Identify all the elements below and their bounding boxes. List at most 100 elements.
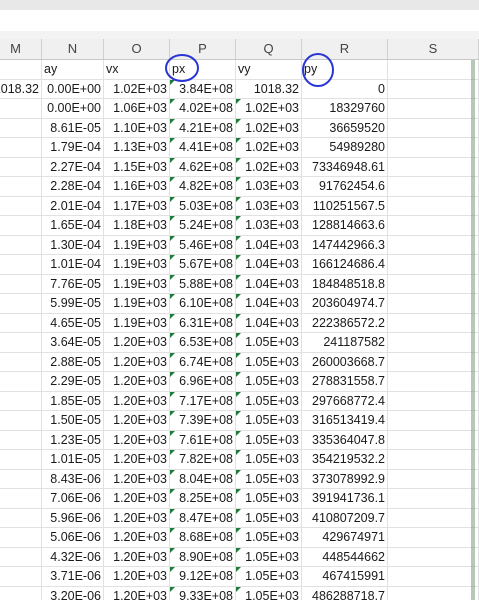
- column-header-s[interactable]: S: [388, 39, 479, 59]
- cell-q[interactable]: 1.05E+03: [236, 469, 302, 489]
- cell-o[interactable]: 1.20E+03: [104, 508, 170, 528]
- cell-n[interactable]: 1.01E-04: [42, 255, 104, 275]
- cell-r[interactable]: 241187582: [302, 333, 388, 353]
- cell-s[interactable]: [388, 138, 479, 158]
- cell-o[interactable]: 1.20E+03: [104, 430, 170, 450]
- cell-q[interactable]: 1.04E+03: [236, 313, 302, 333]
- cell-p[interactable]: 7.39E+08: [170, 411, 236, 431]
- cell-n[interactable]: 2.27E-04: [42, 157, 104, 177]
- cell-p[interactable]: 4.21E+08: [170, 118, 236, 138]
- cell-m[interactable]: [0, 60, 42, 80]
- cell-m[interactable]: [0, 372, 42, 392]
- cell-r[interactable]: 260003668.7: [302, 352, 388, 372]
- cell-m[interactable]: [0, 391, 42, 411]
- cell-r[interactable]: 391941736.1: [302, 489, 388, 509]
- cell-r[interactable]: 203604974.7: [302, 294, 388, 314]
- cell-n[interactable]: 2.29E-05: [42, 372, 104, 392]
- cell-o[interactable]: 1.19E+03: [104, 235, 170, 255]
- cell-s[interactable]: [388, 528, 479, 548]
- cell-m[interactable]: [0, 196, 42, 216]
- cell-p[interactable]: 8.04E+08: [170, 469, 236, 489]
- cell-o[interactable]: 1.19E+03: [104, 294, 170, 314]
- cell-n[interactable]: 2.88E-05: [42, 352, 104, 372]
- cell-m[interactable]: 1018.32: [0, 79, 42, 99]
- cell-s[interactable]: [388, 313, 479, 333]
- cell-s[interactable]: [388, 450, 479, 470]
- column-header-o[interactable]: O: [104, 39, 170, 59]
- cell-n[interactable]: 0.00E+00: [42, 99, 104, 119]
- cell-r[interactable]: 166124686.4: [302, 255, 388, 275]
- cell-r[interactable]: 410807209.7: [302, 508, 388, 528]
- cell-n[interactable]: ay: [42, 60, 104, 80]
- cell-m[interactable]: [0, 411, 42, 431]
- cell-r[interactable]: 184848518.8: [302, 274, 388, 294]
- cell-o[interactable]: 1.20E+03: [104, 352, 170, 372]
- cell-r[interactable]: 110251567.5: [302, 196, 388, 216]
- cell-s[interactable]: [388, 586, 479, 600]
- cell-r[interactable]: 316513419.4: [302, 411, 388, 431]
- cell-o[interactable]: 1.20E+03: [104, 547, 170, 567]
- cell-n[interactable]: 1.23E-05: [42, 430, 104, 450]
- cell-o[interactable]: 1.20E+03: [104, 411, 170, 431]
- cell-m[interactable]: [0, 118, 42, 138]
- cell-o[interactable]: 1.16E+03: [104, 177, 170, 197]
- cell-s[interactable]: [388, 547, 479, 567]
- cell-o[interactable]: 1.20E+03: [104, 333, 170, 353]
- cell-o[interactable]: vx: [104, 60, 170, 80]
- cell-q[interactable]: 1.05E+03: [236, 430, 302, 450]
- cell-m[interactable]: [0, 508, 42, 528]
- cell-m[interactable]: [0, 177, 42, 197]
- cell-o[interactable]: 1.10E+03: [104, 118, 170, 138]
- cell-o[interactable]: 1.20E+03: [104, 528, 170, 548]
- cell-n[interactable]: 5.96E-06: [42, 508, 104, 528]
- cell-n[interactable]: 3.20E-06: [42, 586, 104, 600]
- cell-p[interactable]: 5.46E+08: [170, 235, 236, 255]
- cell-n[interactable]: 1.50E-05: [42, 411, 104, 431]
- cell-p[interactable]: 4.62E+08: [170, 157, 236, 177]
- cell-s[interactable]: [388, 391, 479, 411]
- cell-r[interactable]: 128814663.6: [302, 216, 388, 236]
- cell-m[interactable]: [0, 99, 42, 119]
- cell-o[interactable]: 1.19E+03: [104, 255, 170, 275]
- column-header-p[interactable]: P: [170, 39, 236, 59]
- cell-q[interactable]: 1.05E+03: [236, 333, 302, 353]
- cell-m[interactable]: [0, 430, 42, 450]
- cell-r[interactable]: 147442966.3: [302, 235, 388, 255]
- formula-bar[interactable]: [0, 10, 479, 32]
- cell-r[interactable]: 373078992.9: [302, 469, 388, 489]
- cell-p[interactable]: 6.96E+08: [170, 372, 236, 392]
- cell-m[interactable]: [0, 157, 42, 177]
- cell-n[interactable]: 1.85E-05: [42, 391, 104, 411]
- cell-q[interactable]: 1.02E+03: [236, 118, 302, 138]
- cell-p[interactable]: 6.31E+08: [170, 313, 236, 333]
- cell-p[interactable]: px: [170, 60, 236, 80]
- cell-s[interactable]: [388, 411, 479, 431]
- cell-s[interactable]: [388, 430, 479, 450]
- cell-s[interactable]: [388, 216, 479, 236]
- cell-m[interactable]: [0, 313, 42, 333]
- cell-q[interactable]: 1.03E+03: [236, 216, 302, 236]
- cell-p[interactable]: 5.24E+08: [170, 216, 236, 236]
- cell-s[interactable]: [388, 489, 479, 509]
- cell-q[interactable]: 1.04E+03: [236, 294, 302, 314]
- column-header-m[interactable]: M: [0, 39, 42, 59]
- cell-n[interactable]: 8.43E-06: [42, 469, 104, 489]
- cell-q[interactable]: 1.05E+03: [236, 352, 302, 372]
- cell-s[interactable]: [388, 333, 479, 353]
- cell-m[interactable]: [0, 586, 42, 600]
- cell-o[interactable]: 1.18E+03: [104, 216, 170, 236]
- cell-n[interactable]: 7.76E-05: [42, 274, 104, 294]
- cell-s[interactable]: [388, 469, 479, 489]
- cell-m[interactable]: [0, 547, 42, 567]
- cell-p[interactable]: 4.02E+08: [170, 99, 236, 119]
- cell-q[interactable]: 1.05E+03: [236, 372, 302, 392]
- cell-o[interactable]: 1.20E+03: [104, 469, 170, 489]
- column-header-n[interactable]: N: [42, 39, 104, 59]
- cell-n[interactable]: 8.61E-05: [42, 118, 104, 138]
- cell-m[interactable]: [0, 528, 42, 548]
- cell-s[interactable]: [388, 294, 479, 314]
- cell-p[interactable]: 6.74E+08: [170, 352, 236, 372]
- cell-s[interactable]: [388, 60, 479, 80]
- cell-n[interactable]: 7.06E-06: [42, 489, 104, 509]
- cell-n[interactable]: 1.79E-04: [42, 138, 104, 158]
